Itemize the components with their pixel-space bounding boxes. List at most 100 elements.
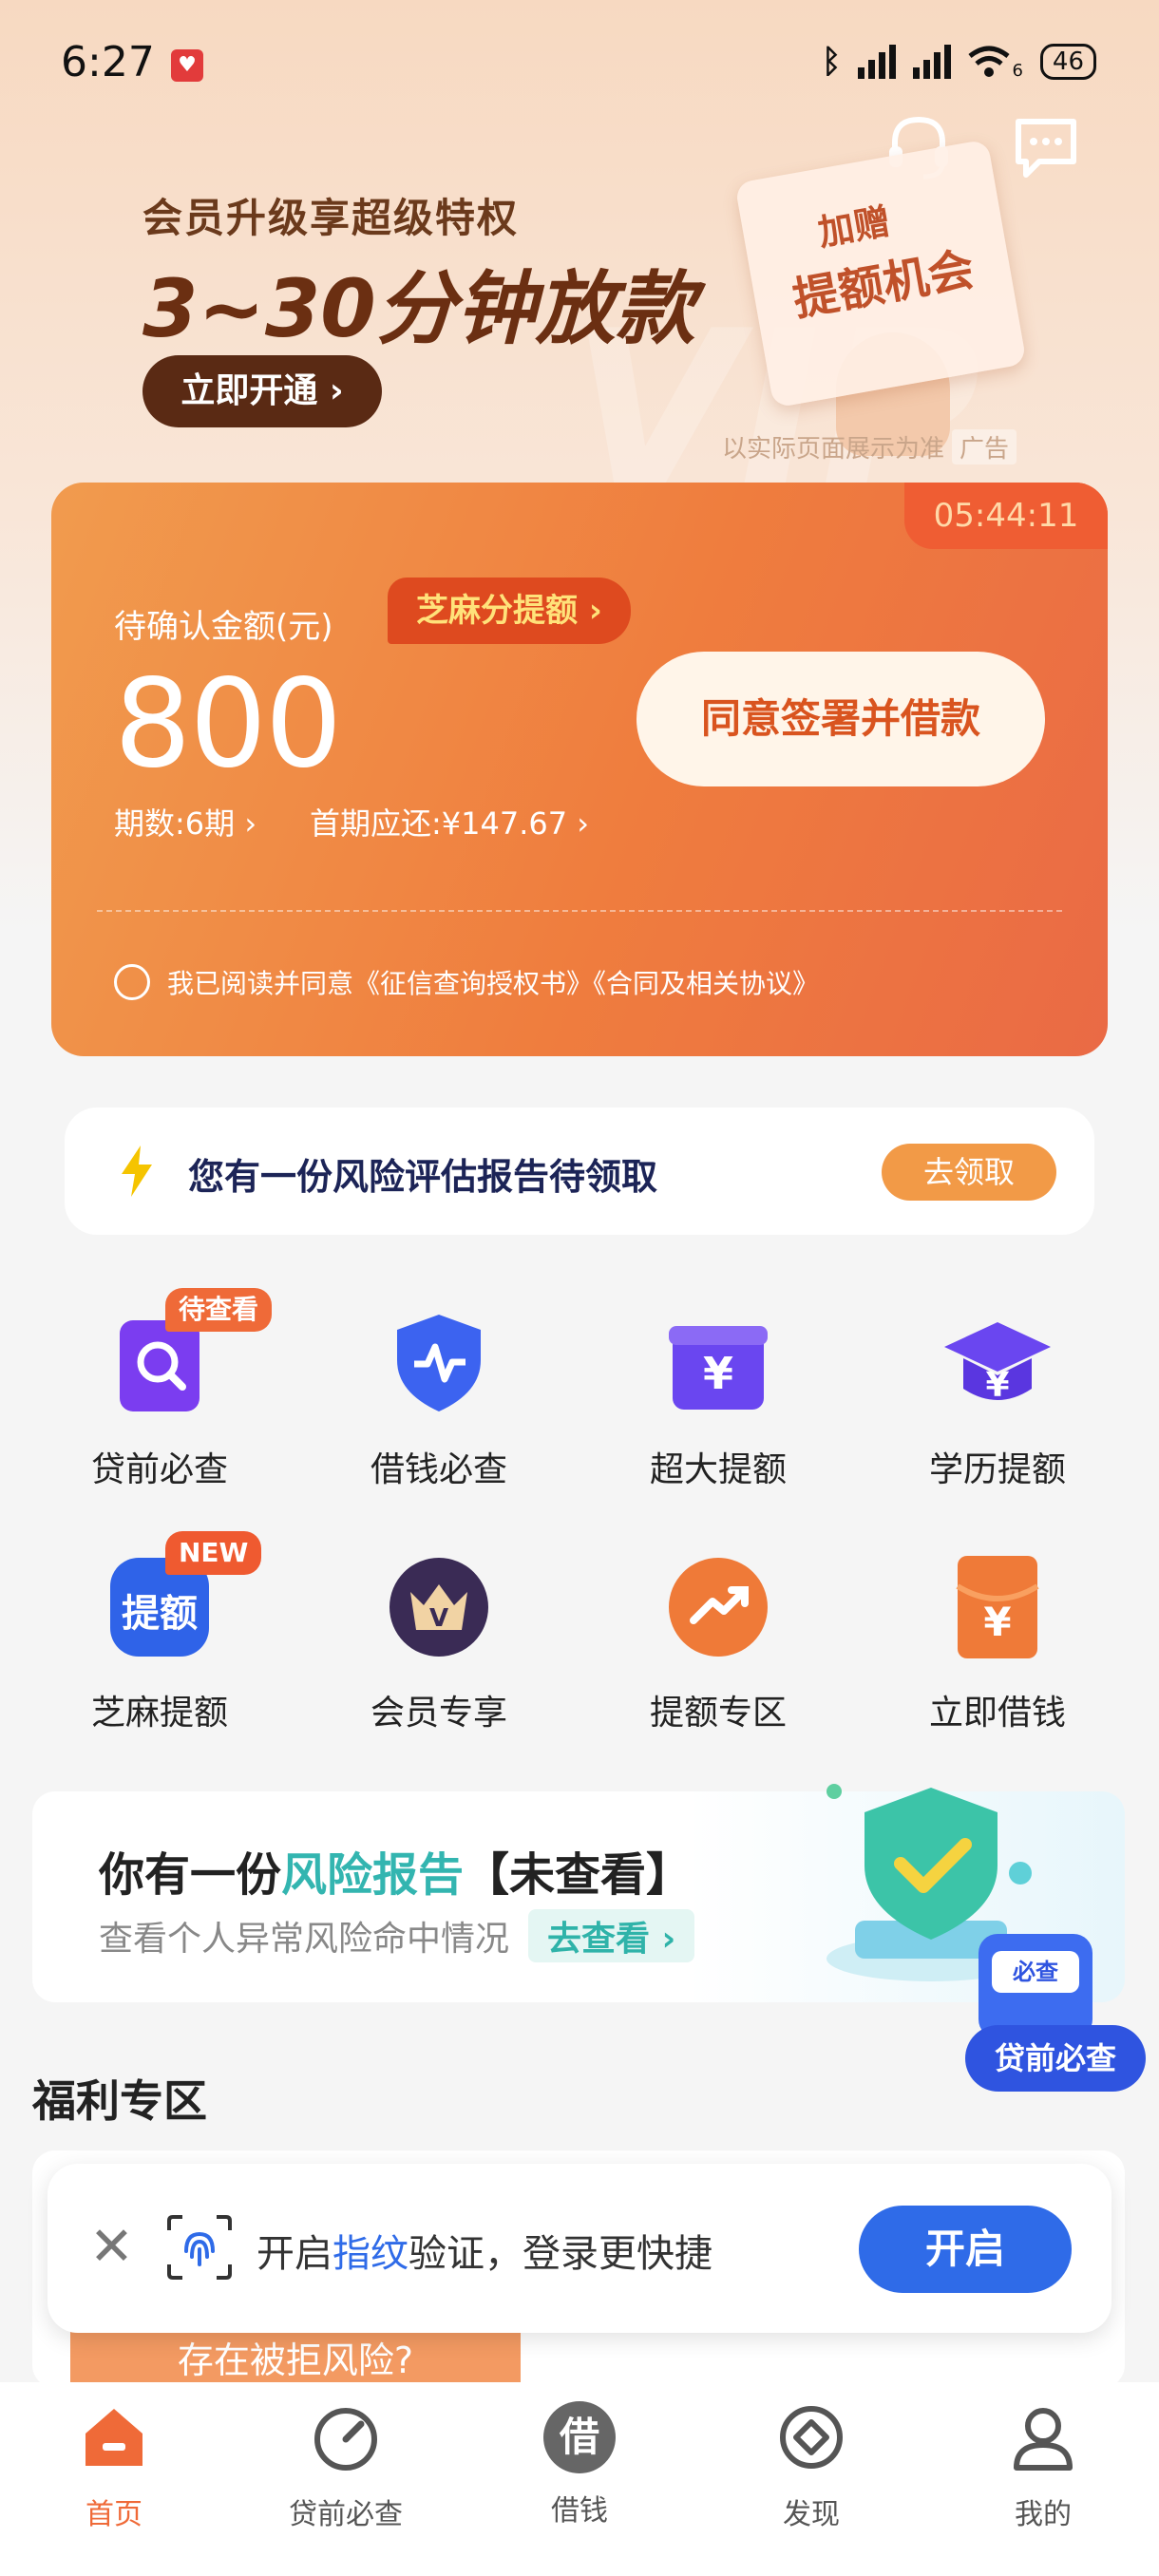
- grid-item-borrow-check[interactable]: 借钱必查: [325, 1305, 553, 1491]
- report-title-highlight: 风险报告: [281, 1848, 465, 1902]
- grid-item-pre-loan-check[interactable]: 待查看 贷前必查: [46, 1288, 274, 1491]
- report-subtitle-text: 查看个人异常风险命中情况: [99, 1920, 510, 1959]
- svg-text:¥: ¥: [703, 1348, 733, 1399]
- grid-item-education-boost[interactable]: ¥ 学历提额: [884, 1305, 1112, 1491]
- welfare-section-title: 福利专区: [32, 2075, 207, 2127]
- tab-label: 贷前必查: [289, 2498, 403, 2531]
- fingerprint-toast-text: 开启指纹验证，登录更快捷: [256, 2223, 712, 2278]
- pending-amount-label: 待确认金额(元): [114, 608, 333, 646]
- gauge-icon: [314, 2408, 377, 2471]
- status-bar: 6:27 ♥ ᛒ 6 46: [0, 0, 1159, 133]
- grid-item-label: 超大提额: [649, 1450, 787, 1489]
- grid-item-label: 提额专区: [649, 1694, 787, 1733]
- graduation-cap-icon: ¥: [940, 1305, 1054, 1419]
- badge-new: NEW: [165, 1531, 262, 1575]
- svg-text:¥: ¥: [985, 1366, 1009, 1405]
- banner-disclaimer: 以实际页面展示为准 广告: [722, 429, 1017, 464]
- grid-item-label: 立即借钱: [928, 1694, 1066, 1733]
- first-payment-link[interactable]: 首期应还:¥147.67 ›: [310, 800, 589, 843]
- period-selector[interactable]: 期数:6期 ›: [114, 800, 256, 843]
- tab-home[interactable]: 首页: [19, 2401, 209, 2532]
- report-title: 你有一份风险报告【未查看】: [99, 1837, 692, 1904]
- enable-fingerprint-button[interactable]: 开启: [859, 2206, 1072, 2293]
- wifi-icon: [968, 46, 1011, 77]
- svg-text:¥: ¥: [983, 1599, 1011, 1645]
- app-notification-icon: ♥: [171, 49, 203, 82]
- consent-row[interactable]: 我已阅读并同意《征信查询授权书》《合同及相关协议》: [114, 963, 819, 1001]
- fingerprint-toast: ✕ 开启指纹验证，登录更快捷 开启: [48, 2164, 1112, 2333]
- zhima-boost-badge[interactable]: 芝麻分提额 ›: [388, 578, 631, 644]
- tab-mine[interactable]: 我的: [948, 2401, 1138, 2532]
- consent-radio[interactable]: [114, 964, 150, 1000]
- phone-check-illustration: 必查: [978, 1934, 1092, 2038]
- gift-line2: 提额机会: [788, 242, 978, 327]
- report-title-pre: 你有一份: [99, 1848, 282, 1902]
- banner-subtitle: 会员升级享超级特权: [142, 195, 520, 241]
- consent-text[interactable]: 我已阅读并同意《征信查询授权书》《合同及相关协议》: [167, 963, 819, 1001]
- divider: [97, 910, 1062, 912]
- grid-item-borrow-now[interactable]: ¥ 立即借钱: [884, 1548, 1112, 1734]
- shield-pulse-icon: [382, 1305, 496, 1419]
- countdown-timer: 05:44:11: [904, 483, 1108, 549]
- trend-up-icon: [661, 1548, 775, 1662]
- grid-item-boost-zone[interactable]: 提额专区: [604, 1548, 832, 1734]
- vip-crown-icon: V: [382, 1548, 496, 1662]
- bluetooth-icon: ᛒ: [822, 42, 842, 81]
- lightning-icon: [122, 1146, 152, 1197]
- tie-e-icon-text: 提额: [122, 1592, 198, 1636]
- gift-card-illustration: 加赠 提额机会: [734, 139, 1027, 408]
- fp-text-highlight: 指纹: [332, 2232, 408, 2276]
- grid-item-zhima-boost[interactable]: 提额 NEW 芝麻提额: [46, 1531, 274, 1734]
- tab-label: 借钱: [551, 2494, 608, 2528]
- tab-label: 首页: [86, 2498, 142, 2531]
- banner-headline: 3~30分钟放款: [142, 262, 695, 355]
- loan-confirm-card: 05:44:11 待确认金额(元) 芝麻分提额 › 800 期数:6期 › 首期…: [51, 483, 1108, 1056]
- grid-item-label: 贷前必查: [90, 1450, 228, 1489]
- compass-icon: [780, 2406, 843, 2469]
- grid-item-label: 芝麻提额: [90, 1694, 228, 1733]
- phone-check-label: 必查: [992, 1951, 1079, 1993]
- status-icons: ᛒ 6 46: [822, 42, 1096, 81]
- badge-pending-view: 待查看: [165, 1288, 273, 1332]
- grid-item-big-boost[interactable]: ¥ 超大提额: [604, 1305, 832, 1491]
- risk-report-bar[interactable]: 您有一份风险评估报告待领取 去领取: [65, 1108, 1094, 1235]
- status-time: 6:27: [61, 38, 155, 86]
- claim-button[interactable]: 去领取: [882, 1144, 1056, 1201]
- close-icon[interactable]: ✕: [89, 2219, 134, 2276]
- signal-icon: [858, 44, 897, 79]
- signal-icon-2: [913, 44, 952, 79]
- fp-text-pre: 开启: [256, 2232, 332, 2276]
- tie-e-icon: 提额 NEW: [103, 1531, 262, 1662]
- battery-indicator: 46: [1039, 43, 1096, 80]
- pre-loan-check-float-button[interactable]: 贷前必查: [965, 2025, 1146, 2092]
- report-subtitle: 查看个人异常风险命中情况 去查看 ›: [99, 1909, 695, 1962]
- loan-amount: 800: [114, 653, 342, 795]
- bottom-tab-bar: 首页 贷前必查 借 借钱 发现 我的: [0, 2382, 1159, 2576]
- tab-pre-loan-check[interactable]: 贷前必查: [251, 2401, 441, 2532]
- network-suffix: 6: [1012, 61, 1023, 81]
- fingerprint-icon: [167, 2215, 232, 2280]
- disclaimer-text: 以实际页面展示为准: [722, 435, 945, 464]
- grid-item-label: 学历提额: [928, 1450, 1066, 1489]
- grid-item-member-exclusive[interactable]: V 会员专享: [325, 1548, 553, 1734]
- grid-item-label: 会员专享: [370, 1694, 507, 1733]
- ad-tag: 广告: [952, 429, 1017, 464]
- report-title-post: 【未查看】: [464, 1848, 693, 1902]
- borrow-icon-char: 借: [559, 2414, 599, 2460]
- agree-sign-borrow-button[interactable]: 同意签署并借款: [636, 652, 1045, 786]
- gift-yuan-icon: ¥: [661, 1305, 775, 1419]
- tab-discover[interactable]: 发现: [716, 2401, 906, 2532]
- red-envelope-icon: ¥: [940, 1548, 1054, 1662]
- search-doc-icon: 待查看: [103, 1288, 273, 1419]
- user-icon: [1014, 2408, 1073, 2471]
- svg-text:V: V: [429, 1604, 448, 1633]
- risk-report-text: 您有一份风险评估报告待领取: [188, 1156, 658, 1198]
- tab-borrow[interactable]: 借 借钱: [484, 2401, 674, 2529]
- banner-open-button[interactable]: 立即开通 ›: [142, 355, 382, 427]
- fp-text-post: 验证，登录更快捷: [408, 2232, 712, 2276]
- grid-item-label: 借钱必查: [370, 1450, 507, 1489]
- tab-label: 我的: [1015, 2498, 1072, 2531]
- view-report-button[interactable]: 去查看 ›: [528, 1909, 695, 1962]
- tab-label: 发现: [783, 2498, 840, 2531]
- message-icon[interactable]: [1011, 112, 1081, 182]
